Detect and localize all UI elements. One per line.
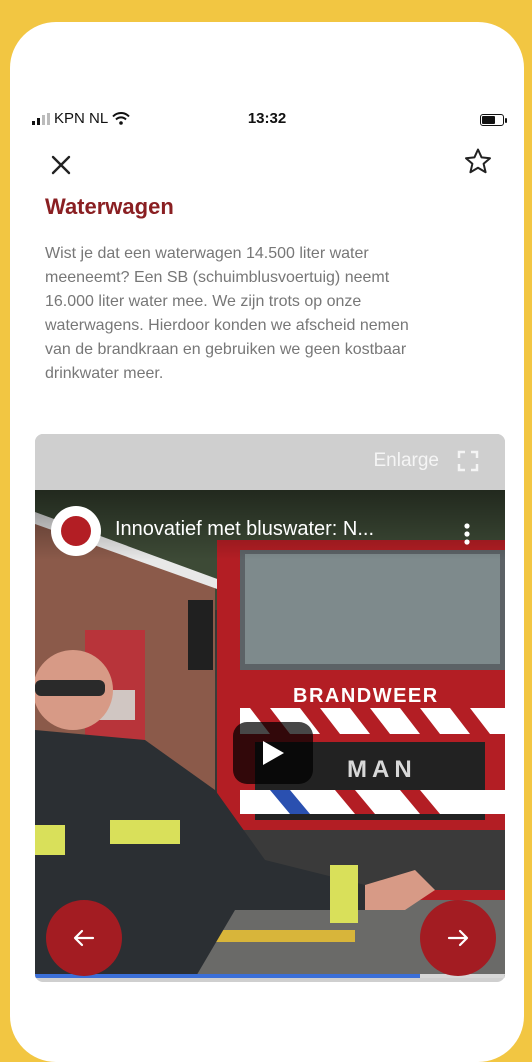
video-player[interactable]: Innovatief met bluswater: N... BRANDWEER… — [35, 490, 505, 978]
expand-icon[interactable] — [457, 450, 479, 472]
play-button[interactable] — [233, 722, 313, 784]
battery-icon — [480, 114, 507, 126]
arrow-left-icon — [73, 929, 95, 947]
previous-button[interactable] — [46, 900, 122, 976]
truck-sign: BRANDWEER — [293, 685, 439, 707]
description-line: Wist je dat een waterwagen 14.500 liter … — [45, 245, 369, 262]
enlarge-bar[interactable]: Enlarge — [35, 434, 505, 490]
page-title: Waterwagen — [45, 194, 174, 219]
video-progress[interactable] — [35, 974, 505, 978]
description-line: drinkwater meer. — [45, 365, 164, 382]
description-text: Wist je dat een waterwagen 14.500 liter … — [45, 242, 510, 386]
channel-logo-icon — [61, 516, 91, 546]
description-line: meeneemt? Een SB (schuimblusvoertuig) ne… — [45, 269, 390, 286]
arrow-right-icon — [447, 929, 469, 947]
description-line: van de brandkraan en gebruiken we geen k… — [45, 341, 407, 358]
description-line: 16.000 liter water mee. We zijn trots op… — [45, 293, 362, 310]
video-card: Enlarge Innovatief met bluswater: N... B… — [35, 434, 505, 982]
description-line: waterwagens. Hierdoor konden we afscheid… — [45, 317, 409, 334]
play-icon — [263, 741, 284, 765]
truck-brand: MAN — [347, 756, 417, 783]
more-vertical-icon[interactable] — [463, 522, 471, 546]
next-button[interactable] — [420, 900, 496, 976]
video-title[interactable]: Innovatief met bluswater: N... — [115, 518, 445, 541]
enlarge-label[interactable]: Enlarge — [374, 450, 440, 472]
channel-avatar[interactable] — [51, 506, 101, 556]
close-icon[interactable] — [46, 150, 76, 180]
status-bar: KPN NL 13:32 — [10, 108, 524, 134]
phone-screen: KPN NL 13:32 Waterwagen Wist je dat een … — [10, 22, 524, 1062]
star-outline-icon[interactable] — [462, 146, 494, 178]
status-time: 13:32 — [247, 110, 287, 127]
